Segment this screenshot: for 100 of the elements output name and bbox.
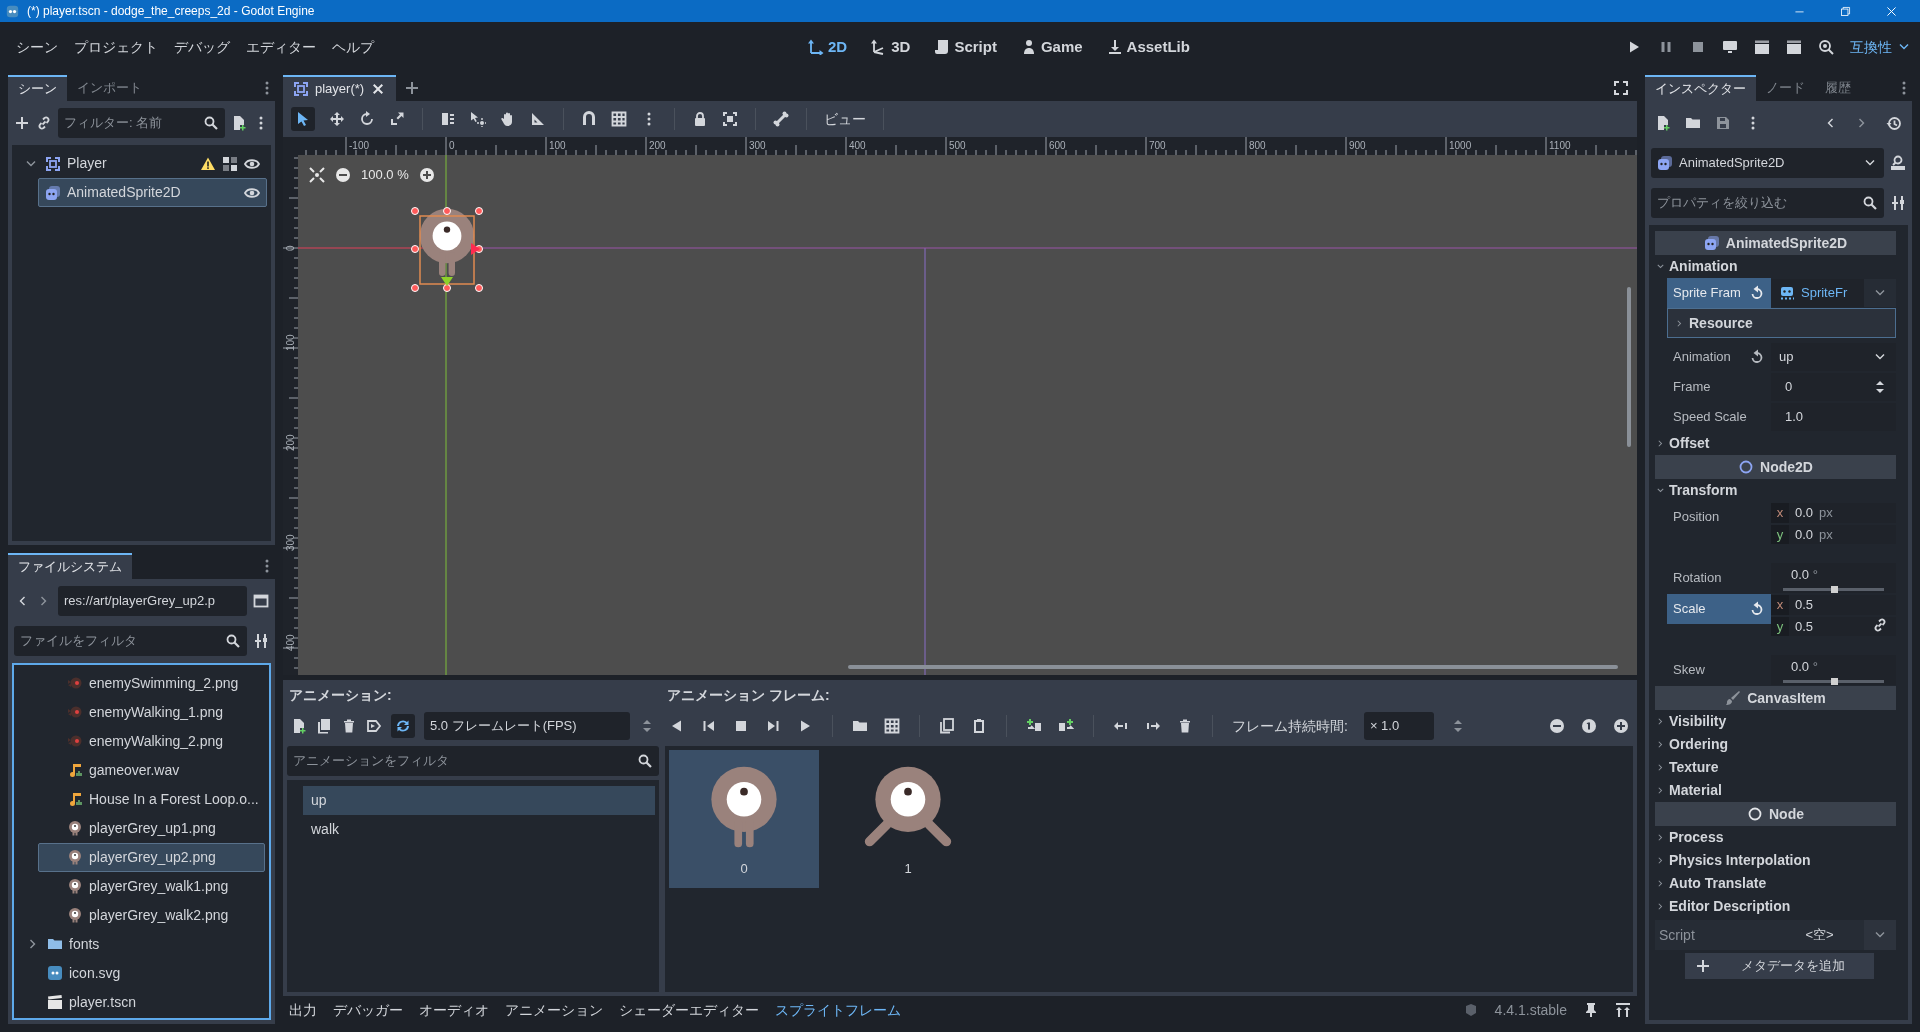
- trash-icon[interactable]: [341, 718, 357, 734]
- history-icon[interactable]: [1886, 115, 1902, 131]
- slider-thumb[interactable]: [1830, 585, 1838, 593]
- close-icon[interactable]: [1884, 4, 1898, 18]
- move-icon[interactable]: [329, 111, 345, 127]
- file-tree-item[interactable]: House In a Forest Loop.o...: [38, 784, 265, 814]
- duplicate-icon[interactable]: [939, 718, 955, 734]
- clapperboard-icon[interactable]: [1754, 39, 1770, 55]
- property-group[interactable]: Transform: [1655, 479, 1904, 502]
- list-icon[interactable]: [440, 111, 456, 127]
- property-group[interactable]: Material: [1655, 779, 1904, 802]
- property-group[interactable]: Texture: [1655, 756, 1904, 779]
- number-field[interactable]: x 0.0 px: [1771, 503, 1896, 523]
- workspace-tab[interactable]: 2D: [800, 31, 856, 63]
- property-group[interactable]: Auto Translate: [1655, 872, 1904, 895]
- scene-tree-item[interactable]: AnimatedSprite2D: [38, 178, 267, 207]
- number-field[interactable]: 0: [1771, 373, 1896, 401]
- file-tree-item[interactable]: enemySwimming_2.png: [38, 668, 265, 698]
- clapperboard-icon[interactable]: [1786, 39, 1802, 55]
- horizontal-scrollbar[interactable]: [848, 665, 1618, 669]
- pin-icon[interactable]: [1583, 1002, 1599, 1018]
- bone-icon[interactable]: [773, 111, 789, 127]
- dock-tab[interactable]: ノード: [1756, 75, 1815, 101]
- resource-picker[interactable]: SpriteFr: [1771, 279, 1864, 307]
- number-field[interactable]: x 0.5: [1771, 595, 1896, 615]
- duration-field[interactable]: × 1.0: [1363, 712, 1434, 740]
- folder-icon[interactable]: [852, 718, 868, 734]
- lock-icon[interactable]: [692, 111, 708, 127]
- path-field[interactable]: res://art/playerGrey_up2.p: [58, 585, 247, 616]
- window-icon[interactable]: [253, 592, 269, 609]
- resource-subgroup[interactable]: Resource: [1667, 308, 1896, 338]
- dock-tab[interactable]: インポート: [67, 75, 152, 101]
- number-field[interactable]: y 0.0 px: [1771, 524, 1896, 544]
- magnifier-icon[interactable]: [1818, 39, 1834, 55]
- revert-icon[interactable]: [1749, 285, 1765, 301]
- dock-tab[interactable]: シーン: [8, 75, 67, 101]
- folder-icon[interactable]: [1685, 115, 1701, 131]
- file-tree-item[interactable]: playerGrey_up2.png: [38, 842, 265, 872]
- help-icon[interactable]: [1890, 155, 1906, 171]
- file-tree-item[interactable]: fonts: [18, 929, 265, 959]
- grid-icon[interactable]: [611, 111, 627, 127]
- pivot-icon[interactable]: [470, 111, 486, 127]
- copy-icon[interactable]: [316, 718, 332, 734]
- new-file-icon[interactable]: [291, 718, 307, 734]
- bottom-tab[interactable]: オーディオ: [419, 999, 489, 1021]
- loop-icon[interactable]: [395, 718, 411, 734]
- menu-item[interactable]: シーン: [8, 32, 66, 62]
- property-group[interactable]: Visibility: [1655, 710, 1904, 733]
- workspace-tab[interactable]: Script: [926, 31, 1005, 63]
- slider-thumb[interactable]: [1830, 677, 1838, 685]
- node-selector[interactable]: AnimatedSprite2D: [1651, 148, 1884, 178]
- zoom-in-icon[interactable]: [1613, 718, 1629, 734]
- frame-tile[interactable]: 1: [833, 750, 983, 888]
- tools-icon[interactable]: [1890, 195, 1906, 211]
- file-tree-item[interactable]: playerGrey_up1.png: [38, 813, 265, 843]
- property-group[interactable]: Editor Description: [1655, 895, 1904, 918]
- workspace-tab[interactable]: 3D: [863, 31, 919, 63]
- property-group[interactable]: Animation: [1655, 255, 1904, 278]
- animation-item[interactable]: walk: [303, 815, 655, 844]
- dropdown[interactable]: up: [1771, 343, 1896, 371]
- selection-drawing[interactable]: [411, 207, 483, 292]
- renderer-dropdown[interactable]: 互換性: [1850, 36, 1912, 58]
- zoom-out-icon[interactable]: [335, 166, 351, 183]
- clipboard-icon[interactable]: [971, 718, 987, 734]
- rotate-icon[interactable]: [359, 111, 375, 127]
- angle-field[interactable]: 0.0 °: [1771, 655, 1896, 685]
- insert-after-icon[interactable]: [1058, 718, 1074, 734]
- angle-field[interactable]: 0.0 °: [1771, 563, 1896, 593]
- property-group[interactable]: Ordering: [1655, 733, 1904, 756]
- monitor-icon[interactable]: [1722, 39, 1738, 55]
- grouped-squares-icon[interactable]: [222, 155, 238, 172]
- add-icon[interactable]: [14, 115, 30, 131]
- menu-item[interactable]: ヘルプ: [324, 32, 382, 62]
- stop-icon[interactable]: [1690, 39, 1706, 55]
- file-tree-item[interactable]: playerGrey_walk2.png: [38, 900, 265, 930]
- file-tree-item[interactable]: player.tscn: [18, 987, 265, 1017]
- magnet-icon[interactable]: [581, 111, 597, 127]
- zoom-out-icon[interactable]: [1549, 718, 1565, 734]
- insert-before-icon[interactable]: [1026, 718, 1042, 734]
- grid-icon[interactable]: [884, 718, 900, 734]
- revert-icon[interactable]: [1749, 601, 1765, 617]
- dock-tab[interactable]: 履歴: [1815, 75, 1861, 101]
- creature-drawing[interactable]: [419, 208, 475, 276]
- number-field[interactable]: y 0.5: [1771, 616, 1896, 636]
- property-group[interactable]: Physics Interpolation: [1655, 849, 1904, 872]
- property-group[interactable]: Offset: [1655, 432, 1904, 455]
- zoom-in-icon[interactable]: [418, 166, 435, 183]
- step-forward-icon[interactable]: [765, 718, 781, 734]
- new-file-icon[interactable]: [1655, 115, 1671, 131]
- dock-tab[interactable]: インスペクター: [1645, 75, 1756, 101]
- property-group[interactable]: Process: [1655, 826, 1904, 849]
- restore-icon[interactable]: [1838, 4, 1852, 18]
- filter-field[interactable]: プロパティを絞り込む: [1651, 188, 1884, 218]
- file-tree-item[interactable]: enemyWalking_2.png: [38, 726, 265, 756]
- number-field[interactable]: 1.0: [1771, 403, 1896, 431]
- add-icon[interactable]: [404, 80, 421, 96]
- bottom-tab[interactable]: デバッガー: [333, 999, 403, 1021]
- autoplay-icon[interactable]: [366, 718, 382, 734]
- workspace-tab[interactable]: AssetLib: [1098, 31, 1198, 63]
- file-tree-item[interactable]: icon.svg: [18, 958, 265, 988]
